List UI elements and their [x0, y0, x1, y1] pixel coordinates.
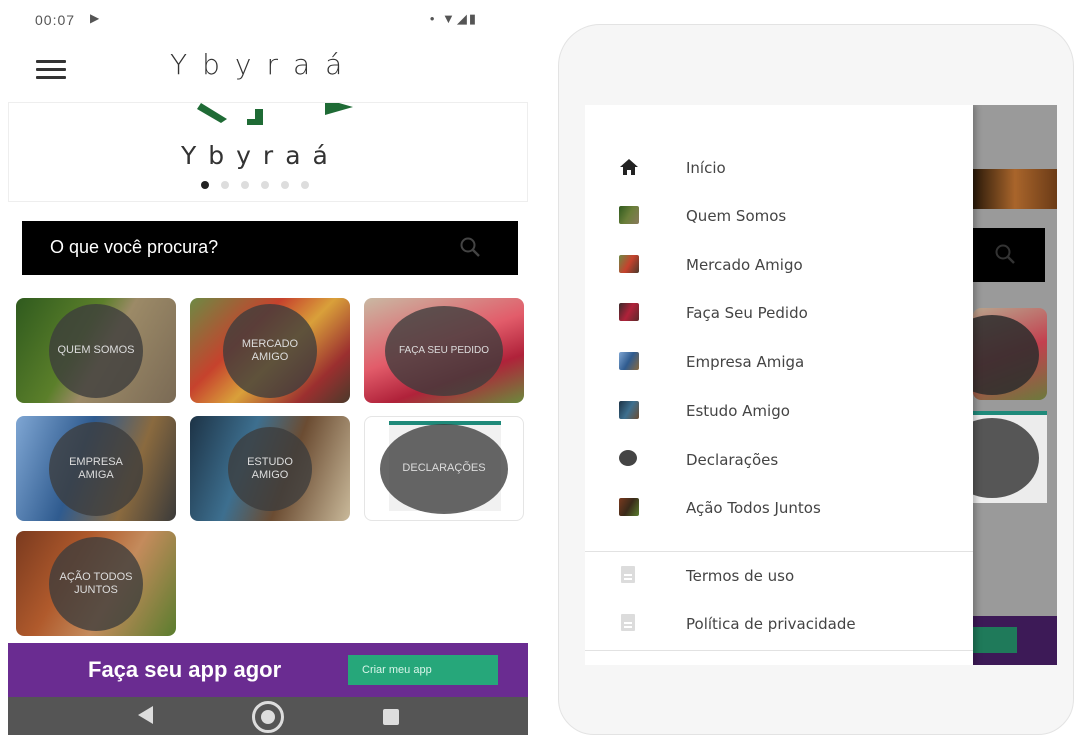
app-title: Ybyraá: [170, 48, 358, 81]
tile-estudo-amigo[interactable]: ESTUDO AMIGO: [190, 416, 350, 521]
drawer-screen: Início Quem Somos Mercado Amigo Faça Seu…: [585, 105, 1057, 665]
drawer-item-label: Faça Seu Pedido: [686, 304, 808, 322]
create-app-button[interactable]: Criar meu app: [348, 655, 498, 685]
tile-label: MERCADO AMIGO: [241, 337, 299, 363]
faca-seu-pedido-thumbnail-icon: [619, 303, 639, 321]
phone-frame: Início Quem Somos Mercado Amigo Faça Seu…: [558, 24, 1074, 735]
tile-label: QUEM SOMOS: [57, 344, 135, 356]
banner-carousel[interactable]: Ybyraá: [8, 102, 528, 202]
tile-label: AÇÃO TODOS JUNTOS: [59, 570, 133, 596]
drawer-item-faca-seu-pedido[interactable]: Faça Seu Pedido: [585, 290, 973, 338]
drawer-divider: [585, 650, 973, 651]
drawer-item-label: Estudo Amigo: [686, 402, 790, 420]
tile-label: ESTUDO AMIGO: [247, 455, 293, 481]
back-icon[interactable]: [138, 706, 153, 724]
drawer-item-declaracoes[interactable]: Declarações: [585, 437, 973, 485]
tile-quem-somos[interactable]: QUEM SOMOS: [16, 298, 176, 403]
drawer-item-label: Declarações: [686, 451, 779, 469]
carousel-dot[interactable]: [221, 181, 229, 189]
search-icon: [995, 244, 1015, 264]
acao-todos-juntos-thumbnail-icon: [619, 498, 639, 516]
status-icons: • ▼◢▮: [429, 11, 478, 26]
document-icon: [621, 614, 635, 631]
carousel-dot[interactable]: [261, 181, 269, 189]
drawer-item-label: Quem Somos: [686, 207, 787, 225]
drawer-item-label: Ação Todos Juntos: [686, 499, 821, 517]
android-nav-bar: [8, 697, 528, 735]
tile-faca-seu-pedido[interactable]: FAÇA SEU PEDIDO: [364, 298, 524, 403]
mercado-amigo-thumbnail-icon: [619, 255, 639, 273]
drawer-item-estudo-amigo[interactable]: Estudo Amigo: [585, 388, 973, 436]
search-bar[interactable]: O que você procura?: [22, 221, 518, 275]
drawer-item-label: Mercado Amigo: [686, 256, 803, 274]
carousel-dot[interactable]: [241, 181, 249, 189]
drawer-item-label: Política de privacidade: [686, 615, 856, 633]
main-screen: 00:07 ▶ • ▼◢▮ Ybyraá Ybyraá O que você p…: [8, 0, 530, 735]
tile-label: EMPRESA AMIGA: [69, 455, 123, 481]
tile-acao-todos-juntos[interactable]: AÇÃO TODOS JUNTOS: [16, 531, 176, 636]
tile-mercado-amigo[interactable]: MERCADO AMIGO: [190, 298, 350, 403]
search-icon[interactable]: [458, 235, 482, 259]
drawer-item-inicio[interactable]: Início: [585, 145, 973, 193]
quem-somos-thumbnail-icon: [619, 206, 639, 224]
status-time: 00:07: [35, 12, 76, 28]
screenshot-root: 00:07 ▶ • ▼◢▮ Ybyraá Ybyraá O que você p…: [0, 0, 1075, 735]
drawer-divider: [585, 551, 973, 552]
tile-label: FAÇA SEU PEDIDO: [398, 345, 490, 356]
home-icon: [620, 159, 638, 175]
background-banner: [973, 169, 1057, 209]
promo-text: Faça seu app agor: [88, 657, 282, 682]
drawer-item-quem-somos[interactable]: Quem Somos: [585, 193, 973, 241]
drawer-item-label: Início: [686, 159, 726, 177]
tile-label: DECLARAÇÕES: [402, 462, 486, 474]
hamburger-icon[interactable]: [36, 60, 66, 80]
tile-empresa-amiga[interactable]: EMPRESA AMIGA: [16, 416, 176, 521]
search-placeholder: O que você procura?: [50, 237, 219, 257]
navigation-drawer: Início Quem Somos Mercado Amigo Faça Seu…: [585, 105, 973, 665]
app-bar: Ybyraá: [8, 40, 530, 102]
document-icon: [621, 566, 635, 583]
drawer-item-termos-de-uso[interactable]: Termos de uso: [585, 553, 973, 601]
tile-declaracoes[interactable]: DECLARAÇÕES: [364, 416, 524, 521]
drawer-item-empresa-amiga[interactable]: Empresa Amiga: [585, 339, 973, 387]
drawer-item-label: Termos de uso: [686, 567, 795, 585]
carousel-dot[interactable]: [201, 181, 209, 189]
home-button-icon[interactable]: [252, 701, 284, 733]
carousel-dot[interactable]: [301, 181, 309, 189]
promo-banner: Faça seu app agor Criar meu app: [8, 643, 528, 697]
drawer-item-politica-de-privacidade[interactable]: Política de privacidade: [585, 601, 973, 649]
estudo-amigo-thumbnail-icon: [619, 401, 639, 419]
empresa-amiga-thumbnail-icon: [619, 352, 639, 370]
logo-leaves-icon: [197, 103, 353, 125]
drawer-item-mercado-amigo[interactable]: Mercado Amigo: [585, 242, 973, 290]
drawer-item-label: Empresa Amiga: [686, 353, 805, 371]
drawer-item-acao-todos-juntos[interactable]: Ação Todos Juntos: [585, 485, 973, 533]
carousel-dot[interactable]: [281, 181, 289, 189]
carousel-indicator: [201, 181, 309, 189]
play-icon: ▶: [90, 11, 100, 25]
banner-title: Ybyraá: [181, 141, 340, 170]
background-promo-button: [973, 627, 1017, 653]
recent-apps-icon[interactable]: [383, 709, 399, 725]
status-bar: 00:07 ▶ • ▼◢▮: [8, 0, 530, 40]
declaracoes-thumbnail-icon: [619, 450, 637, 466]
background-search: [973, 228, 1045, 282]
